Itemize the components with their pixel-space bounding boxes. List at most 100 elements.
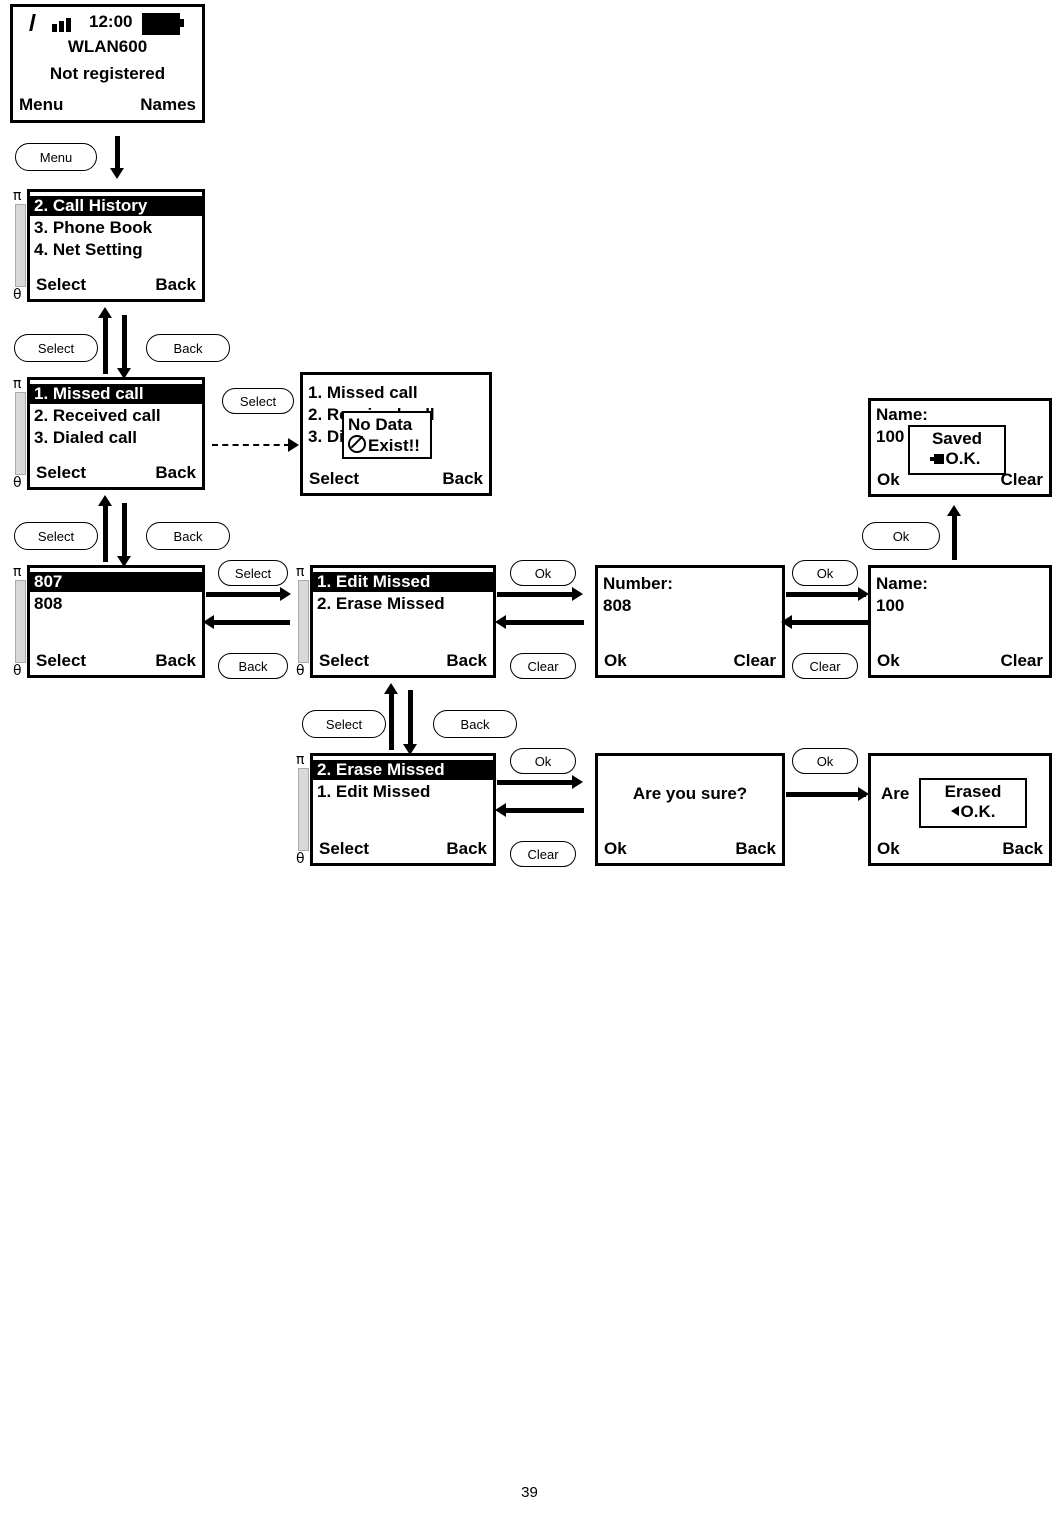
softkey-clear[interactable]: Clear (1000, 470, 1043, 490)
softkey-menu[interactable]: Menu (19, 95, 63, 115)
key-back-1[interactable]: Back (146, 334, 230, 362)
arrow-edit-to-number-head (572, 587, 583, 601)
menu-item-dialed-call[interactable]: 3. Dialed call (34, 428, 137, 448)
softkey-back[interactable]: Back (446, 651, 487, 671)
softkey-names[interactable]: Names (140, 95, 196, 115)
number-label: Number: (603, 574, 673, 593)
scroll-thumb[interactable] (15, 204, 26, 287)
menu-item-phone-book[interactable]: 3. Phone Book (34, 218, 152, 238)
scroll-thumb[interactable] (15, 392, 26, 475)
softkey-ok[interactable]: Ok (877, 839, 900, 859)
popup-saved-ok: Saved O.K. (908, 425, 1006, 475)
scrollbar-missed-list[interactable]: π θ (13, 565, 27, 678)
screen-idle: 12:00 WLAN600 Not registered Menu Names (10, 4, 205, 123)
key-ok-4[interactable]: Ok (792, 748, 858, 774)
scroll-thumb[interactable] (15, 580, 26, 663)
scroll-down-icon[interactable]: θ (13, 664, 22, 678)
softkey-clear[interactable]: Clear (733, 651, 776, 671)
scroll-up-icon[interactable]: π (13, 565, 21, 579)
softkey-back[interactable]: Back (442, 469, 483, 489)
popup-saved-line2: O.K. (914, 449, 1000, 469)
screen-call-history-nodata: 1. Missed call 2. Received call 3. Diale… (300, 372, 492, 496)
scroll-up-icon[interactable]: π (296, 753, 304, 767)
arrow-confirm-to-erase-head (495, 803, 506, 817)
softkey-row-missed-list: Select Back (30, 651, 202, 671)
scroll-up-icon[interactable]: π (296, 565, 304, 579)
menu-item-erase-missed[interactable]: 2. Erase Missed (313, 760, 493, 780)
popup-no-data: No Data Exist!! (342, 411, 432, 459)
key-clear-2[interactable]: Clear (792, 653, 858, 679)
scrollbar-call-history[interactable]: π θ (13, 377, 27, 490)
scrollbar-edit-missed[interactable]: π θ (296, 565, 310, 678)
popup-erased-line1: Erased (944, 782, 1002, 801)
softkey-select[interactable]: Select (36, 463, 86, 483)
key-back-3[interactable]: Back (218, 653, 288, 679)
missed-entry-807[interactable]: 807 (30, 572, 202, 592)
menu-item-net-setting[interactable]: 4. Net Setting (34, 240, 143, 260)
key-select-3[interactable]: Select (218, 560, 288, 586)
menu-item-edit-missed[interactable]: 1. Edit Missed (317, 782, 430, 802)
key-ok-3[interactable]: Ok (510, 748, 576, 774)
key-select-nodata[interactable]: Select (222, 388, 294, 414)
key-select-1[interactable]: Select (14, 334, 98, 362)
menu-item-erase-missed[interactable]: 2. Erase Missed (317, 594, 445, 614)
key-select-2[interactable]: Select (14, 522, 98, 550)
softkey-clear[interactable]: Clear (1000, 651, 1043, 671)
softkey-back[interactable]: Back (155, 651, 196, 671)
scroll-down-icon[interactable]: θ (296, 852, 305, 866)
missed-entry-808[interactable]: 808 (34, 594, 62, 614)
softkey-back[interactable]: Back (155, 463, 196, 483)
arrow-number-to-edit-head (495, 615, 506, 629)
scroll-up-icon[interactable]: π (13, 189, 21, 203)
softkey-select[interactable]: Select (36, 651, 86, 671)
key-ok-2[interactable]: Ok (792, 560, 858, 586)
key-ok-saved[interactable]: Ok (862, 522, 940, 550)
arrow-erase-to-confirm-head (572, 775, 583, 789)
screen-number-edit: Number: 808 Ok Clear (595, 565, 785, 678)
softkey-ok[interactable]: Ok (604, 651, 627, 671)
softkey-back[interactable]: Back (1002, 839, 1043, 859)
key-back-2[interactable]: Back (146, 522, 230, 550)
arrow-callhist-up-shaft (103, 312, 108, 374)
softkey-select[interactable]: Select (319, 651, 369, 671)
menu-item-edit-missed[interactable]: 1. Edit Missed (313, 572, 493, 592)
softkey-select[interactable]: Select (309, 469, 359, 489)
scroll-thumb[interactable] (298, 580, 309, 663)
scroll-down-icon[interactable]: θ (13, 476, 22, 490)
registration-status: Not registered (49, 64, 166, 83)
arrow-missedlist-up-shaft (103, 500, 108, 562)
softkey-back[interactable]: Back (446, 839, 487, 859)
network-name: WLAN600 (67, 37, 148, 56)
scrollbar-erase-missed[interactable]: π θ (296, 753, 310, 866)
menu-item-missed-call[interactable]: 1. Missed call (308, 383, 418, 403)
scroll-thumb[interactable] (298, 768, 309, 851)
dashed-connector-nodata (212, 444, 290, 446)
menu-item-received-call[interactable]: 2. Received call (34, 406, 161, 426)
scroll-up-icon[interactable]: π (13, 377, 21, 391)
menu-item-missed-call[interactable]: 1. Missed call (30, 384, 202, 404)
softkey-row-confirm: Ok Back (598, 839, 782, 859)
softkey-back[interactable]: Back (155, 275, 196, 295)
softkey-back[interactable]: Back (735, 839, 776, 859)
softkey-select[interactable]: Select (319, 839, 369, 859)
key-ok-1[interactable]: Ok (510, 560, 576, 586)
name-value[interactable]: 100 (876, 427, 904, 447)
number-value[interactable]: 808 (603, 596, 631, 616)
menu-item-call-history[interactable]: 2. Call History (30, 196, 202, 216)
softkey-ok[interactable]: Ok (877, 651, 900, 671)
softkey-ok[interactable]: Ok (877, 470, 900, 490)
key-menu[interactable]: Menu (15, 143, 97, 171)
prohibited-icon (348, 435, 366, 453)
scrollbar-main-menu[interactable]: π θ (13, 189, 27, 302)
key-clear-1[interactable]: Clear (510, 653, 576, 679)
scroll-down-icon[interactable]: θ (13, 288, 22, 302)
screen-name-edit: Name: 100 Ok Clear (868, 565, 1052, 678)
softkey-ok[interactable]: Ok (604, 839, 627, 859)
softkey-select[interactable]: Select (36, 275, 86, 295)
key-clear-3[interactable]: Clear (510, 841, 576, 867)
name-value[interactable]: 100 (876, 596, 904, 616)
softkey-row-edit-missed: Select Back (313, 651, 493, 671)
key-back-4[interactable]: Back (433, 710, 517, 738)
scroll-down-icon[interactable]: θ (296, 664, 305, 678)
key-select-4[interactable]: Select (302, 710, 386, 738)
